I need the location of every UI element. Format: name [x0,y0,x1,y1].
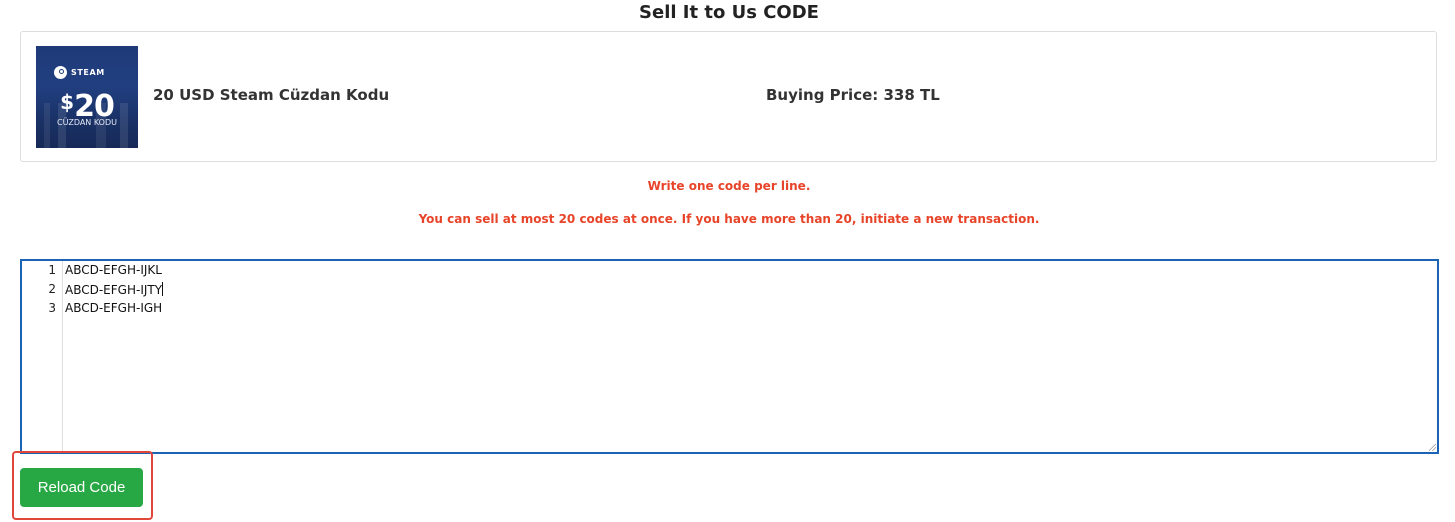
steam-logo-icon [54,65,67,79]
steam-brand: STEAM [54,65,105,79]
line-number: 2 [48,282,56,296]
product-image: STEAM $20 CÜZDAN KODU [36,46,138,148]
product-card: STEAM $20 CÜZDAN KODU 20 USD Steam Cüzda… [20,31,1437,162]
code-line-text: ABCD-EFGH-IJKL [65,263,162,277]
code-line[interactable]: ABCD-EFGH-IJTY [65,282,164,297]
notice-code-limit: You can sell at most 20 codes at once. I… [418,212,1040,226]
steam-brand-label: STEAM [71,67,105,77]
text-caret [162,282,164,296]
line-number-gutter: 1 2 3 [22,261,63,452]
buying-price: Buying Price: 338 TL [766,86,940,104]
currency-symbol: $ [60,90,74,114]
line-number: 1 [48,263,56,277]
code-line-text: ABCD-EFGH-IJTY [65,283,163,297]
reload-code-button[interactable]: Reload Code [20,468,143,507]
code-input-editor[interactable]: 1 2 3 ABCD-EFGH-IJKL ABCD-EFGH-IJTY ABCD… [20,259,1439,454]
line-number: 3 [48,301,56,315]
code-line[interactable]: ABCD-EFGH-IJKL [65,263,162,277]
product-name: 20 USD Steam Cüzdan Kodu [153,86,390,104]
resize-handle-icon[interactable] [1429,444,1436,451]
code-line[interactable]: ABCD-EFGH-IGH [65,301,162,315]
code-line-text: ABCD-EFGH-IGH [65,301,163,315]
gift-card-caption: CÜZDAN KODU [57,118,117,127]
page-title: Sell It to Us CODE [639,2,819,23]
notice-one-code-per-line: Write one code per line. [647,179,811,193]
